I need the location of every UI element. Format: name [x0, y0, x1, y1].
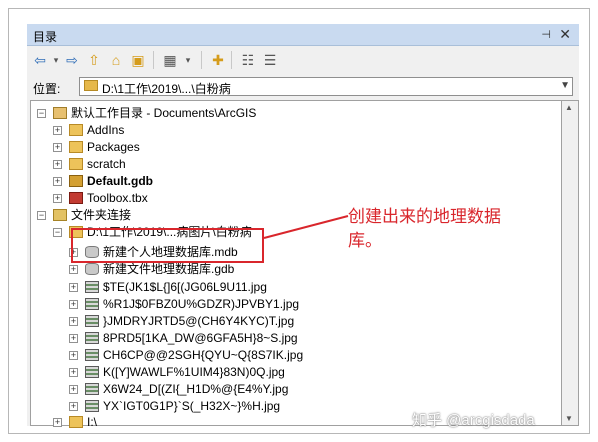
- scroll-up-icon[interactable]: ▲: [565, 103, 573, 112]
- tree-node-label: K([Y]WAWLF%1UIM4}83N)0Q.jpg: [103, 365, 285, 379]
- expand-icon[interactable]: +: [69, 283, 78, 292]
- expand-icon[interactable]: +: [69, 265, 78, 274]
- toolbar-separator: [201, 51, 202, 69]
- expand-icon[interactable]: +: [53, 160, 62, 169]
- raster-image-icon: [85, 332, 99, 344]
- expand-icon[interactable]: +: [53, 177, 62, 186]
- options-icon[interactable]: ☰: [261, 51, 279, 69]
- expand-icon[interactable]: +: [69, 351, 78, 360]
- tree-node-label: 默认工作目录 - Documents\ArcGIS: [71, 106, 257, 120]
- tree-node-label: }JMDRYJRTD5@(CH6Y4KYC)T.jpg: [103, 314, 295, 328]
- location-row: 位置: D:\1工作\2019\...\白粉病 ▼: [27, 74, 579, 100]
- up-icon[interactable]: ⇧: [85, 51, 103, 69]
- catalog-tree: − 默认工作目录 - Documents\ArcGIS + AddIns + P…: [30, 100, 562, 429]
- location-combobox[interactable]: D:\1工作\2019\...\白粉病 ▼: [79, 77, 573, 96]
- expand-icon[interactable]: +: [53, 418, 62, 427]
- tree-node-label: Packages: [87, 140, 140, 154]
- home-folder-icon: [53, 107, 67, 119]
- title-bar: 目录 ⊣ ✕: [27, 24, 579, 46]
- annotation-arrow: [263, 215, 349, 239]
- raster-image-icon: [85, 349, 99, 361]
- new-icon[interactable]: ✚: [209, 51, 227, 69]
- home-icon[interactable]: ⌂: [107, 51, 125, 69]
- pin-icon[interactable]: ⊣: [541, 28, 551, 41]
- raster-image-icon: [85, 366, 99, 378]
- chevron-down-icon[interactable]: ▼: [560, 80, 570, 91]
- expand-icon[interactable]: +: [53, 143, 62, 152]
- raster-image-icon: [85, 298, 99, 310]
- view-icon[interactable]: ▦: [161, 51, 179, 69]
- vertical-scrollbar[interactable]: ▲ ▼: [562, 100, 579, 426]
- tree-node-label: X6W24_D[(ZI{_H1D%@{E4%Y.jpg: [103, 382, 289, 396]
- tree-node-label: Toolbox.tbx: [87, 191, 148, 205]
- tree-node-label: CH6CP@@2SGH{QYU~Q{8S7IK.jpg: [103, 348, 304, 362]
- folder-icon: [69, 124, 83, 136]
- expand-icon[interactable]: +: [69, 385, 78, 394]
- toolbox-icon: [69, 192, 83, 204]
- collapse-icon[interactable]: −: [37, 211, 46, 220]
- raster-image-icon: [85, 383, 99, 395]
- window-title: 目录: [33, 30, 58, 44]
- tree-node-label: %R1J$0FBZ0U%GDZR)JPVBY1.jpg: [103, 297, 300, 311]
- folder-icon: [84, 80, 98, 91]
- expand-icon[interactable]: +: [53, 126, 62, 135]
- folder-icon: [69, 158, 83, 170]
- location-value: D:\1工作\2019\...\白粉病: [102, 82, 231, 96]
- annotation-text: 创建出来的地理数据库。: [348, 207, 501, 250]
- watermark: 知乎 @arcgisdada: [412, 412, 535, 429]
- tree-node-label: 文件夹连接: [71, 208, 132, 222]
- connect-folder-icon[interactable]: ▣: [129, 51, 147, 69]
- close-icon[interactable]: ✕: [559, 26, 571, 43]
- collapse-icon[interactable]: −: [53, 228, 62, 237]
- toolbar: ⇦ ▾ ⇨ ⇧ ⌂ ▣ ▦ ▾ ✚ ☷ ☰: [27, 46, 579, 74]
- scroll-down-icon[interactable]: ▼: [565, 414, 573, 423]
- tree-node-label: $TE(JK1$L{]6[(JG06L9U11.jpg: [103, 280, 267, 294]
- view-dropdown-icon[interactable]: ▾: [179, 51, 197, 69]
- toolbar-separator: [231, 51, 232, 69]
- tree-node-label: Default.gdb: [87, 174, 153, 188]
- forward-icon[interactable]: ⇨: [63, 51, 81, 69]
- tree-node-label: scratch: [87, 157, 126, 171]
- expand-icon[interactable]: +: [69, 317, 78, 326]
- tree-node-label: AddIns: [87, 123, 125, 137]
- tree-icon[interactable]: ☷: [239, 51, 257, 69]
- collapse-icon[interactable]: −: [37, 109, 46, 118]
- folder-icon: [69, 416, 83, 428]
- highlight-box: [71, 228, 264, 263]
- toolbar-separator: [153, 51, 154, 69]
- tree-node-label: YX`IGT0G1P}`S(_H32X~}%H.jpg: [103, 399, 281, 413]
- folder-icon: [69, 141, 83, 153]
- tree-node-label: I:\: [87, 415, 98, 429]
- expand-icon[interactable]: +: [69, 300, 78, 309]
- expand-icon[interactable]: +: [69, 334, 78, 343]
- tree-node-label: 8PRD5[1KA_DW@6GFA5H}8~S.jpg: [103, 331, 298, 345]
- geodatabase-icon: [85, 263, 99, 275]
- raster-image-icon: [85, 400, 99, 412]
- folder-connections-icon: [53, 209, 67, 221]
- expand-icon[interactable]: +: [69, 368, 78, 377]
- default-geodatabase-icon: [69, 175, 83, 187]
- tree-node-label: 新建文件地理数据库.gdb: [103, 262, 235, 276]
- raster-image-icon: [85, 315, 99, 327]
- location-label: 位置:: [33, 82, 61, 96]
- expand-icon[interactable]: +: [53, 194, 62, 203]
- raster-image-icon: [85, 281, 99, 293]
- expand-icon[interactable]: +: [69, 402, 78, 411]
